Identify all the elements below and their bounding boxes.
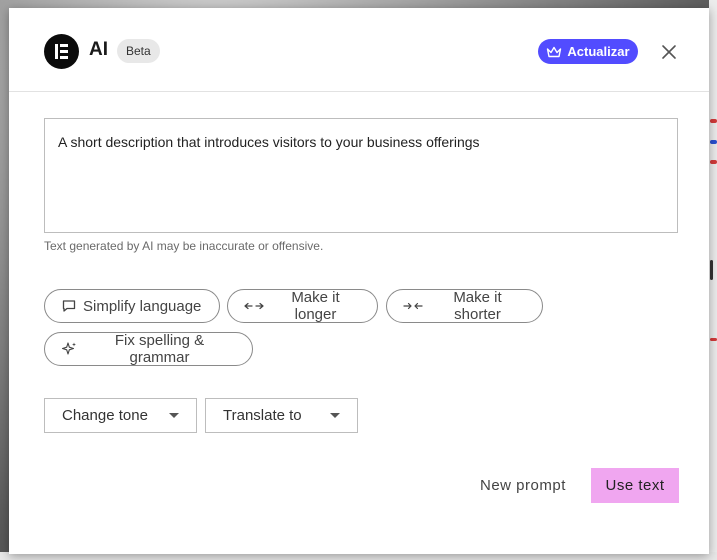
make-longer-label: Make it longer [291,289,340,323]
fix-spelling-button[interactable]: Fix spelling & grammar [44,332,253,366]
translate-to-select[interactable]: Translate to [205,398,358,433]
speech-bubble-icon [62,300,76,312]
upgrade-button[interactable]: Actualizar [538,39,638,64]
background-decoration [710,140,717,144]
change-tone-label: Change tone [62,407,148,424]
ai-disclaimer: Text generated by AI may be inaccurate o… [44,239,324,253]
arrows-in-icon [403,302,423,310]
dialog-title: AI [89,39,108,60]
change-tone-select[interactable]: Change tone [44,398,197,433]
make-longer-button[interactable]: Make it longer [227,289,378,323]
background-decoration [710,338,717,341]
background-page-edge [709,0,717,560]
close-button[interactable] [659,42,679,62]
make-shorter-button[interactable]: Make it shorter [386,289,543,323]
simplify-language-label: Simplify language [83,297,202,315]
beta-badge: Beta [117,39,160,63]
chevron-down-icon [169,413,179,418]
elementor-logo-icon [44,34,79,69]
translate-to-label: Translate to [223,407,302,424]
arrows-out-icon [244,302,264,310]
upgrade-label: Actualizar [567,44,630,59]
sparkle-icon [61,342,76,355]
generated-text: A short description that introduces visi… [58,134,480,150]
ai-dialog: AI Beta Actualizar A short description t… [9,8,709,554]
crown-icon [547,46,562,57]
generated-text-area[interactable]: A short description that introduces visi… [44,118,678,233]
chevron-down-icon [330,413,340,418]
new-prompt-button[interactable]: New prompt [472,472,574,498]
make-shorter-label: Make it shorter [453,289,502,323]
use-text-button[interactable]: Use text [591,468,679,503]
background-decoration [710,119,717,123]
simplify-language-button[interactable]: Simplify language [44,289,220,323]
close-icon [662,45,676,59]
dialog-header: AI Beta Actualizar [9,8,709,92]
background-decoration [710,260,713,280]
fix-spelling-label: Fix spelling & grammar [114,332,205,366]
background-decoration [710,160,717,164]
